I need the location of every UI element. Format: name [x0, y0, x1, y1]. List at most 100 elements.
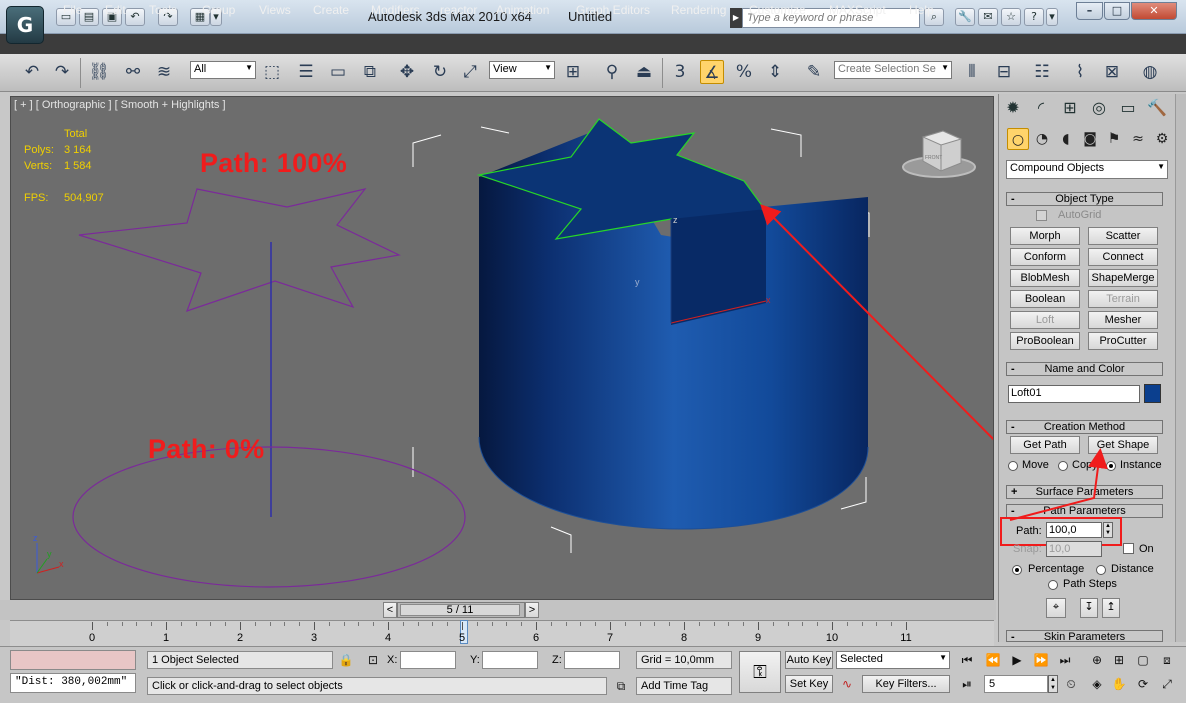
subscription-icon[interactable]: 🔧 [955, 8, 975, 26]
command-panel-scrollbar[interactable] [1175, 94, 1186, 642]
orbit-icon[interactable]: ⟳ [1134, 675, 1152, 693]
minimize-button[interactable]: – [1076, 2, 1103, 20]
pan-view-icon[interactable]: ✋ [1110, 675, 1128, 693]
layer-manager-icon[interactable]: ☷ [1030, 60, 1054, 84]
select-and-link-icon[interactable]: ⛓ [87, 60, 111, 84]
search-expand-icon[interactable]: ▶ [730, 8, 742, 28]
time-slider-track[interactable]: 5 / 11 [397, 602, 525, 618]
help-icon[interactable]: ? [1024, 8, 1044, 26]
menu-reactor[interactable]: reactor [440, 3, 477, 17]
menu-graph-editors[interactable]: Graph Editors [576, 3, 650, 17]
motion-tab-icon[interactable]: ◎ [1087, 96, 1111, 120]
menu-maxscript[interactable]: MAXScript [829, 3, 886, 17]
object-type-rollout[interactable]: - Object Type [1006, 192, 1163, 206]
set-key-button[interactable]: Set Key [785, 675, 833, 693]
shapemerge-button[interactable]: ShapeMerge [1088, 269, 1158, 287]
path-parameters-rollout[interactable]: - Path Parameters [1006, 504, 1163, 518]
previous-frame-icon[interactable]: < [383, 602, 397, 618]
spinner-snap-toggle-icon[interactable]: ⇕ [763, 60, 787, 84]
lights-icon[interactable]: ◖ [1055, 128, 1077, 150]
percentage-radio[interactable] [1012, 565, 1022, 575]
previous-shape-icon[interactable]: ↧ [1080, 598, 1098, 618]
unlink-selection-icon[interactable]: ⚯ [121, 60, 145, 84]
favorites-star-icon[interactable]: ☆ [1001, 8, 1021, 26]
distance-radio[interactable] [1096, 565, 1106, 575]
autogrid-checkbox[interactable] [1036, 210, 1047, 221]
percent-snap-toggle-icon[interactable]: % [732, 60, 756, 84]
maxscript-output[interactable]: "Dist: 380,002mm" [10, 673, 136, 693]
absolute-transform-icon[interactable]: ⊡ [364, 651, 382, 669]
goto-start-icon[interactable]: ⏮ [958, 651, 976, 669]
menu-help[interactable]: Help [909, 3, 934, 17]
z-coordinate-input[interactable] [564, 651, 620, 669]
align-icon[interactable]: ⊟ [992, 60, 1016, 84]
selection-lock-icon[interactable]: 🔒 [337, 651, 355, 669]
communication-icon[interactable]: ✉ [978, 8, 998, 26]
geometry-icon[interactable]: ○ [1007, 128, 1029, 150]
maxscript-listener-mini[interactable] [10, 650, 136, 670]
menu-file[interactable]: File [63, 3, 82, 17]
snap-on-checkbox[interactable] [1123, 543, 1134, 554]
edit-named-selection-icon[interactable]: ✎ [802, 60, 826, 84]
rectangular-selection-icon[interactable]: ▭ [326, 60, 350, 84]
current-frame-input[interactable]: 5 [984, 675, 1048, 693]
redo-icon[interactable]: ↷ [50, 60, 74, 84]
snap-value-input[interactable]: 10,0 [1046, 541, 1102, 557]
zoom-icon[interactable]: ⊕ [1088, 651, 1106, 669]
menu-create[interactable]: Create [313, 3, 349, 17]
auto-key-button[interactable]: Auto Key [785, 651, 833, 669]
material-editor-icon[interactable]: ◍ [1138, 60, 1162, 84]
zoom-extents-all-icon[interactable]: ⧈ [1158, 651, 1176, 669]
hierarchy-tab-icon[interactable]: ⊞ [1058, 96, 1082, 120]
boolean-button[interactable]: Boolean [1010, 290, 1080, 308]
window-crossing-icon[interactable]: ⧉ [358, 60, 382, 84]
menu-animation[interactable]: Animation [496, 3, 549, 17]
select-by-name-icon[interactable]: ☰ [294, 60, 318, 84]
undo-icon[interactable]: ↶ [20, 60, 44, 84]
copy-radio[interactable] [1058, 461, 1068, 471]
get-shape-button[interactable]: Get Shape [1088, 436, 1158, 454]
time-configuration-icon[interactable]: ⏲ [1062, 675, 1080, 693]
menu-rendering[interactable]: Rendering [671, 3, 726, 17]
frame-spinner-icon[interactable]: ▲ ▼ [1048, 675, 1058, 693]
next-key-icon[interactable]: ⏩ [1032, 651, 1050, 669]
key-mode-dropdown[interactable]: Selected ▼ [836, 651, 950, 669]
set-keys-key-icon[interactable]: ⚿ [739, 651, 781, 693]
next-shape-icon[interactable]: ↥ [1102, 598, 1120, 618]
menu-tools[interactable]: Tools [149, 3, 177, 17]
goto-end-icon[interactable]: ⏭ [1056, 651, 1074, 669]
time-slider-thumb[interactable]: 5 / 11 [400, 604, 520, 616]
maximize-button[interactable]: □ [1104, 2, 1130, 20]
skin-parameters-rollout[interactable]: - Skin Parameters [1006, 630, 1163, 642]
morph-button[interactable]: Morph [1010, 227, 1080, 245]
utilities-tab-icon[interactable]: 🔨 [1145, 96, 1169, 120]
zoom-extents-icon[interactable]: ▢ [1134, 651, 1152, 669]
play-icon[interactable]: ▶ [1008, 651, 1026, 669]
select-and-move-icon[interactable]: ✥ [395, 60, 419, 84]
key-mode-toggle-icon[interactable]: ⏯ [958, 675, 976, 693]
circle-shape-spline[interactable] [72, 446, 466, 588]
viewport-label-menu[interactable]: [ + ] [ Orthographic ] [ Smooth + Highli… [14, 99, 226, 111]
space-warps-icon[interactable]: ≈ [1127, 128, 1149, 150]
curve-editor-icon[interactable]: ⌇ [1068, 60, 1092, 84]
key-filters-button[interactable]: Key Filters... [862, 675, 950, 693]
select-and-manipulate-icon[interactable]: ⚲ [600, 60, 624, 84]
default-tangent-icon[interactable]: ∿ [838, 675, 856, 693]
y-coordinate-input[interactable] [482, 651, 538, 669]
keyboard-shortcut-override-icon[interactable]: ⏏ [632, 60, 656, 84]
systems-icon[interactable]: ⚙ [1151, 128, 1173, 150]
menu-customize[interactable]: Customize [749, 3, 806, 17]
loft-button[interactable]: Loft [1010, 311, 1080, 329]
schematic-view-icon[interactable]: ⊠ [1100, 60, 1124, 84]
field-of-view-icon[interactable]: ◈ [1088, 675, 1106, 693]
x-coordinate-input[interactable] [400, 651, 456, 669]
connect-button[interactable]: Connect [1088, 248, 1158, 266]
app-logo-icon[interactable]: G [6, 6, 44, 44]
scatter-button[interactable]: Scatter [1088, 227, 1158, 245]
name-and-color-rollout[interactable]: - Name and Color [1006, 362, 1163, 376]
zoom-all-icon[interactable]: ⊞ [1110, 651, 1128, 669]
shapes-icon[interactable]: ◔ [1031, 128, 1053, 150]
close-button[interactable]: ✕ [1131, 2, 1177, 20]
menu-group[interactable]: Group [202, 3, 235, 17]
creation-method-rollout[interactable]: - Creation Method [1006, 420, 1163, 434]
